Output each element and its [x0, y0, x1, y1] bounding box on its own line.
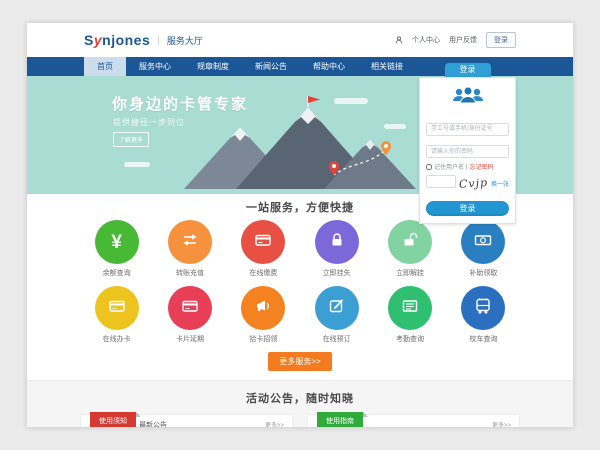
services-grid: ¥ 余额查询 转账充值 在线缴费 立即挂失: [80, 220, 520, 344]
personal-center-link[interactable]: 个人中心: [412, 35, 440, 45]
announcements-panel-right: 使用指南 更多>>: [307, 414, 520, 427]
logo-divider: |: [157, 35, 160, 46]
megaphone-icon: [254, 297, 272, 320]
nav-item-help[interactable]: 帮助中心: [300, 57, 358, 76]
logo-y-accent: y: [94, 32, 102, 48]
users-group-icon: [426, 85, 509, 112]
edit-icon: [328, 297, 346, 320]
logo: Synjones: [84, 32, 150, 48]
cloud-decoration: [124, 162, 150, 167]
nav-item-news[interactable]: 新闻公告: [242, 57, 300, 76]
service-balance[interactable]: ¥ 余额查询: [80, 220, 153, 278]
user-feedback-link[interactable]: 用户反馈: [449, 35, 477, 45]
service-online-booking[interactable]: 在线预订: [300, 286, 373, 344]
service-subsidy[interactable]: 补助领取: [447, 220, 520, 278]
usage-notice-ribbon[interactable]: 使用须知: [90, 412, 136, 427]
service-attendance[interactable]: 考勤查询: [373, 286, 446, 344]
service-card-renewal[interactable]: 卡片延期: [153, 286, 226, 344]
card-pay-icon: [254, 231, 272, 254]
announcements-section: 活动公告，随时知晓 使用须知 最新公告 更多>> 使用指南 更多>>: [27, 380, 573, 427]
password-input[interactable]: [426, 145, 509, 158]
captcha-input[interactable]: [426, 175, 456, 188]
service-report-loss[interactable]: 立即挂失: [300, 220, 373, 278]
hero-cta-button[interactable]: 了解更多: [113, 132, 149, 147]
announcements-panel-left: 使用须知 最新公告 更多>>: [80, 414, 293, 427]
nav-item-home[interactable]: 首页: [84, 57, 126, 76]
remember-label: 记住用户名: [434, 162, 464, 171]
remember-checkbox[interactable]: [426, 164, 432, 170]
more-services-button[interactable]: 更多服务>>: [268, 352, 331, 371]
service-lost-found[interactable]: 拾卡招领: [227, 286, 300, 344]
username-input[interactable]: [426, 123, 509, 136]
card-icon: [108, 297, 126, 320]
unlock-icon: [401, 231, 419, 254]
topbar: Synjones | 服务大厅 个人中心 用户反馈 登录: [27, 23, 573, 57]
login-submit-button[interactable]: 登录: [426, 201, 509, 216]
list-icon: [401, 297, 419, 320]
nav-item-links[interactable]: 相关链接: [358, 57, 416, 76]
nav-item-service-center[interactable]: 服务中心: [126, 57, 184, 76]
topbar-login-button[interactable]: 登录: [486, 32, 516, 48]
service-cancel-loss[interactable]: 立即解挂: [373, 220, 446, 278]
logo-tagline: 服务大厅: [167, 34, 203, 47]
options-divider: |: [466, 164, 468, 170]
captcha-image[interactable]: Cvjp: [458, 176, 488, 191]
change-captcha-link[interactable]: 换一张: [491, 179, 509, 188]
bus-icon: [474, 297, 492, 320]
banknote-icon: [474, 231, 492, 254]
lock-icon: [328, 231, 346, 254]
service-school-bus[interactable]: 校车查询: [447, 286, 520, 344]
service-transfer[interactable]: 转账充值: [153, 220, 226, 278]
forgot-password-link[interactable]: 忘记密码: [470, 162, 494, 171]
login-tab[interactable]: 登录: [445, 63, 491, 77]
more-link[interactable]: 更多>>: [265, 420, 284, 427]
more-link[interactable]: 更多>>: [492, 420, 511, 427]
yen-icon: ¥: [111, 233, 122, 252]
mountains-illustration: [174, 93, 424, 194]
user-guide-ribbon[interactable]: 使用指南: [317, 412, 363, 427]
nav-item-rules[interactable]: 规章制度: [184, 57, 242, 76]
user-icon: [395, 36, 403, 44]
latest-announcements-tab[interactable]: 最新公告: [139, 420, 167, 427]
login-panel: 登录 记住用户名 | 忘记密码 Cvjp 换一张: [419, 63, 516, 224]
service-apply-card[interactable]: 在线办卡: [80, 286, 153, 344]
card-icon: [181, 297, 199, 320]
service-online-payment[interactable]: 在线缴费: [227, 220, 300, 278]
transfer-icon: [181, 231, 199, 254]
page: Synjones | 服务大厅 个人中心 用户反馈 登录 首页 服务中心 规章制…: [27, 23, 573, 427]
announcements-title: 活动公告，随时知晓: [27, 390, 573, 406]
